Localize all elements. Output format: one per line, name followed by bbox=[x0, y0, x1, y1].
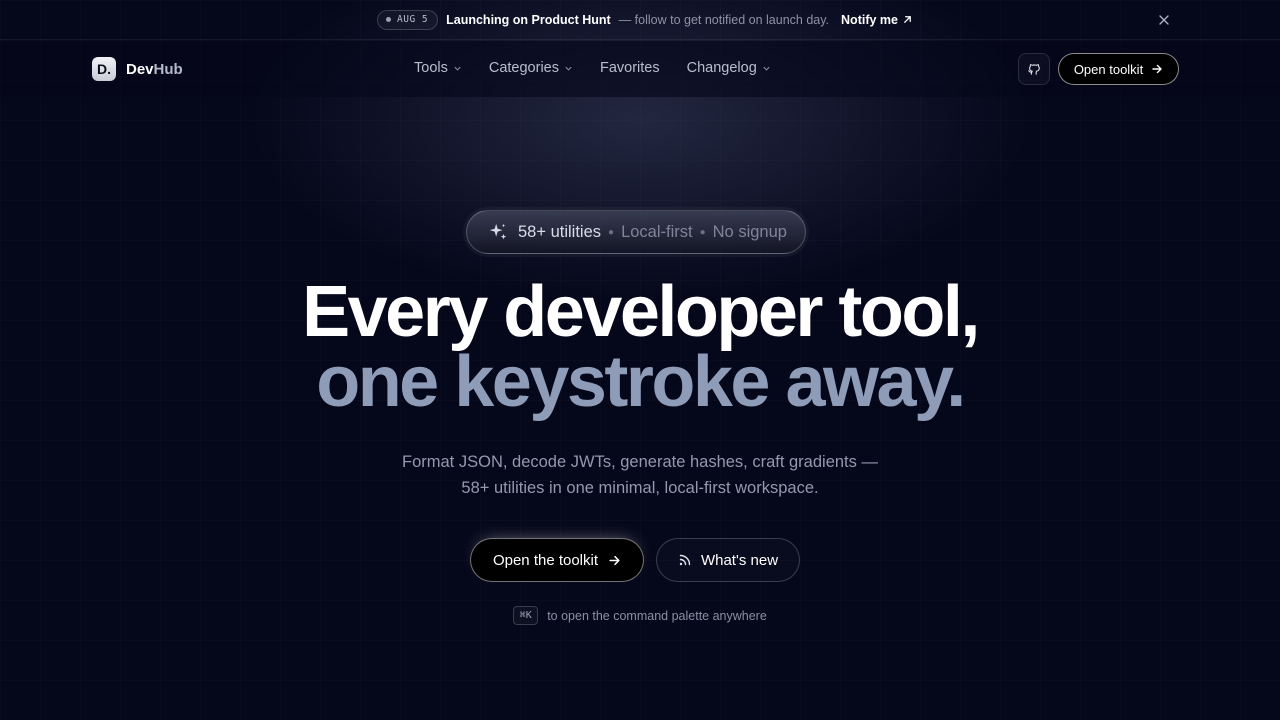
announcement-bar: AUG 5 Launching on Product Hunt — follow… bbox=[0, 0, 1280, 40]
arrow-right-icon bbox=[609, 555, 620, 565]
chevron-down-icon bbox=[454, 66, 461, 71]
feature-badge: 58+ utilities ● Local-first ● No signup bbox=[466, 210, 806, 254]
chevron-down-icon bbox=[565, 66, 572, 71]
whats-new-button[interactable]: What's new bbox=[656, 538, 800, 582]
hero-title-line-1: Every developer tool, bbox=[302, 272, 980, 352]
nav-favorites-label: Favorites bbox=[599, 60, 660, 76]
open-toolkit-label: Open toolkit bbox=[1073, 61, 1144, 77]
hero-subtitle-line-1: Format JSON, decode JWTs, generate hashe… bbox=[402, 453, 878, 471]
main-nav: Tools Categories Favorites Changelog bbox=[414, 60, 771, 76]
nav-tools-label: Tools bbox=[414, 60, 448, 76]
badge-separator: ● bbox=[699, 226, 706, 238]
logo-mark: D. bbox=[92, 57, 116, 81]
badge-utilities-count: 58+ utilities bbox=[518, 222, 602, 241]
notify-me-label: Notify me bbox=[841, 12, 898, 27]
brand-name-hub: Hub bbox=[153, 60, 183, 78]
badge-separator: ● bbox=[608, 226, 615, 238]
nav-changelog-label: Changelog bbox=[686, 60, 757, 76]
nav-changelog[interactable]: Changelog bbox=[687, 60, 771, 76]
command-palette-hint: ⌘K to open the command palette anywhere bbox=[0, 606, 1280, 625]
sparkle-icon bbox=[489, 223, 507, 240]
brand-name-dev: Dev bbox=[126, 60, 154, 78]
brand-logo[interactable]: D. DevHub bbox=[92, 57, 183, 81]
announcement-headline: Launching on Product Hunt bbox=[446, 12, 611, 27]
nav-categories-label: Categories bbox=[488, 60, 559, 76]
whats-new-label: What's new bbox=[700, 551, 779, 569]
nav-tools[interactable]: Tools bbox=[414, 60, 462, 76]
github-icon bbox=[1028, 64, 1040, 75]
hero-subtitle: Format JSON, decode JWTs, generate hashe… bbox=[0, 449, 1280, 501]
arrow-right-icon bbox=[1152, 64, 1162, 74]
nav-favorites[interactable]: Favorites bbox=[600, 60, 660, 76]
notify-me-link[interactable]: Notify me bbox=[841, 13, 913, 27]
arrow-up-right-icon bbox=[904, 16, 911, 23]
announcement-text: — follow to get notified on launch day. bbox=[618, 12, 830, 27]
site-header: D. DevHub Tools Categories Favorites Cha… bbox=[0, 41, 1280, 97]
brand-name: DevHub bbox=[126, 61, 183, 78]
announcement-content: AUG 5 Launching on Product Hunt — follow… bbox=[377, 9, 913, 30]
shortcut-key: ⌘K bbox=[513, 606, 539, 625]
github-button[interactable] bbox=[1018, 53, 1050, 85]
launch-date: AUG 5 bbox=[397, 14, 429, 25]
chevron-down-icon bbox=[763, 66, 770, 71]
open-the-toolkit-button[interactable]: Open the toolkit bbox=[470, 538, 644, 582]
shortcut-hint-text: to open the command palette anywhere bbox=[547, 608, 767, 623]
announcement-close-button[interactable] bbox=[1156, 12, 1172, 28]
badge-local-first: Local-first bbox=[621, 222, 693, 241]
badge-no-signup: No signup bbox=[712, 222, 787, 241]
rss-icon bbox=[679, 554, 691, 566]
close-icon bbox=[1159, 15, 1169, 25]
open-toolkit-button[interactable]: Open toolkit bbox=[1058, 53, 1179, 85]
hero-title-line-2: one keystroke away. bbox=[316, 342, 966, 422]
hero-subtitle-line-2: 58+ utilities in one minimal, local-firs… bbox=[461, 479, 819, 497]
nav-categories[interactable]: Categories bbox=[489, 60, 573, 76]
date-dot bbox=[386, 17, 392, 22]
open-the-toolkit-label: Open the toolkit bbox=[492, 551, 599, 569]
launch-date-pill: AUG 5 bbox=[377, 9, 439, 30]
